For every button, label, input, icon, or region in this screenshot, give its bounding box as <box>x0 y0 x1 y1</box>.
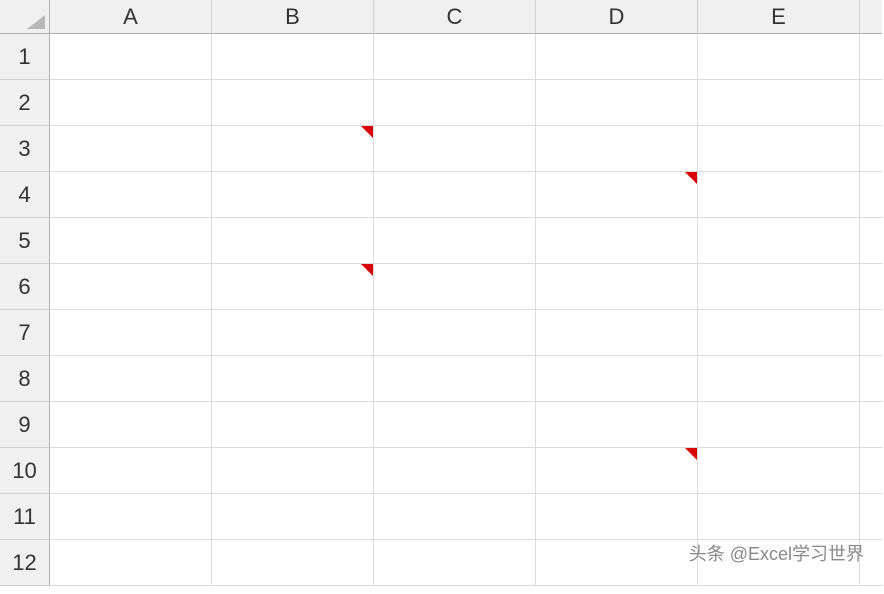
cell-b7[interactable] <box>212 310 374 356</box>
cell-b12[interactable] <box>212 540 374 586</box>
row-header-4[interactable]: 4 <box>0 172 50 218</box>
cell-partial-11 <box>860 494 882 540</box>
row-header-5[interactable]: 5 <box>0 218 50 264</box>
comment-indicator-icon[interactable] <box>685 448 697 460</box>
row-header-9[interactable]: 9 <box>0 402 50 448</box>
cell-d10[interactable] <box>536 448 698 494</box>
cell-e6[interactable] <box>698 264 860 310</box>
cell-d1[interactable] <box>536 34 698 80</box>
cell-partial-9 <box>860 402 882 448</box>
row-header-8[interactable]: 8 <box>0 356 50 402</box>
cell-c3[interactable] <box>374 126 536 172</box>
cell-c8[interactable] <box>374 356 536 402</box>
select-all-corner[interactable] <box>0 0 50 34</box>
column-header-partial <box>860 0 882 34</box>
cell-d2[interactable] <box>536 80 698 126</box>
row-header-1[interactable]: 1 <box>0 34 50 80</box>
cell-d12[interactable] <box>536 540 698 586</box>
cell-a8[interactable] <box>50 356 212 402</box>
cell-partial-7 <box>860 310 882 356</box>
cell-e2[interactable] <box>698 80 860 126</box>
cell-a12[interactable] <box>50 540 212 586</box>
row-header-7[interactable]: 7 <box>0 310 50 356</box>
cell-partial-2 <box>860 80 882 126</box>
cell-e9[interactable] <box>698 402 860 448</box>
cell-e8[interactable] <box>698 356 860 402</box>
cell-d4[interactable] <box>536 172 698 218</box>
cell-a6[interactable] <box>50 264 212 310</box>
column-header-d[interactable]: D <box>536 0 698 34</box>
row-header-6[interactable]: 6 <box>0 264 50 310</box>
row-header-3[interactable]: 3 <box>0 126 50 172</box>
cell-d7[interactable] <box>536 310 698 356</box>
comment-indicator-icon[interactable] <box>361 126 373 138</box>
cell-e12[interactable] <box>698 540 860 586</box>
cell-b8[interactable] <box>212 356 374 402</box>
cell-a3[interactable] <box>50 126 212 172</box>
cell-partial-10 <box>860 448 882 494</box>
cell-e7[interactable] <box>698 310 860 356</box>
cell-c9[interactable] <box>374 402 536 448</box>
cell-b4[interactable] <box>212 172 374 218</box>
cell-b9[interactable] <box>212 402 374 448</box>
cell-a10[interactable] <box>50 448 212 494</box>
cell-b5[interactable] <box>212 218 374 264</box>
cell-d9[interactable] <box>536 402 698 448</box>
cell-a4[interactable] <box>50 172 212 218</box>
column-header-a[interactable]: A <box>50 0 212 34</box>
cell-partial-8 <box>860 356 882 402</box>
cell-d6[interactable] <box>536 264 698 310</box>
cell-e3[interactable] <box>698 126 860 172</box>
cell-b11[interactable] <box>212 494 374 540</box>
cell-b2[interactable] <box>212 80 374 126</box>
cell-partial-5 <box>860 218 882 264</box>
cell-a5[interactable] <box>50 218 212 264</box>
cell-c6[interactable] <box>374 264 536 310</box>
cell-a9[interactable] <box>50 402 212 448</box>
column-header-c[interactable]: C <box>374 0 536 34</box>
comment-indicator-icon[interactable] <box>361 264 373 276</box>
cell-partial-12 <box>860 540 882 586</box>
cell-e4[interactable] <box>698 172 860 218</box>
cell-a11[interactable] <box>50 494 212 540</box>
cell-a1[interactable] <box>50 34 212 80</box>
cell-b1[interactable] <box>212 34 374 80</box>
row-header-2[interactable]: 2 <box>0 80 50 126</box>
cell-partial-6 <box>860 264 882 310</box>
cell-e10[interactable] <box>698 448 860 494</box>
comment-indicator-icon[interactable] <box>685 172 697 184</box>
cell-b10[interactable] <box>212 448 374 494</box>
row-header-11[interactable]: 11 <box>0 494 50 540</box>
column-header-b[interactable]: B <box>212 0 374 34</box>
cell-b3[interactable] <box>212 126 374 172</box>
cell-e1[interactable] <box>698 34 860 80</box>
cell-d11[interactable] <box>536 494 698 540</box>
cell-partial-4 <box>860 172 882 218</box>
cell-d5[interactable] <box>536 218 698 264</box>
cell-c11[interactable] <box>374 494 536 540</box>
cell-a7[interactable] <box>50 310 212 356</box>
cell-c10[interactable] <box>374 448 536 494</box>
cell-d8[interactable] <box>536 356 698 402</box>
cell-c1[interactable] <box>374 34 536 80</box>
row-header-10[interactable]: 10 <box>0 448 50 494</box>
row-header-12[interactable]: 12 <box>0 540 50 586</box>
cell-c2[interactable] <box>374 80 536 126</box>
cell-e11[interactable] <box>698 494 860 540</box>
cell-b6[interactable] <box>212 264 374 310</box>
cell-partial-3 <box>860 126 882 172</box>
cell-partial-1 <box>860 34 882 80</box>
cell-e5[interactable] <box>698 218 860 264</box>
cell-c7[interactable] <box>374 310 536 356</box>
cell-c5[interactable] <box>374 218 536 264</box>
column-header-e[interactable]: E <box>698 0 860 34</box>
cell-d3[interactable] <box>536 126 698 172</box>
spreadsheet-grid: A B C D E 1 2 3 4 5 6 7 8 <box>0 0 884 586</box>
cell-c12[interactable] <box>374 540 536 586</box>
cell-c4[interactable] <box>374 172 536 218</box>
cell-a2[interactable] <box>50 80 212 126</box>
